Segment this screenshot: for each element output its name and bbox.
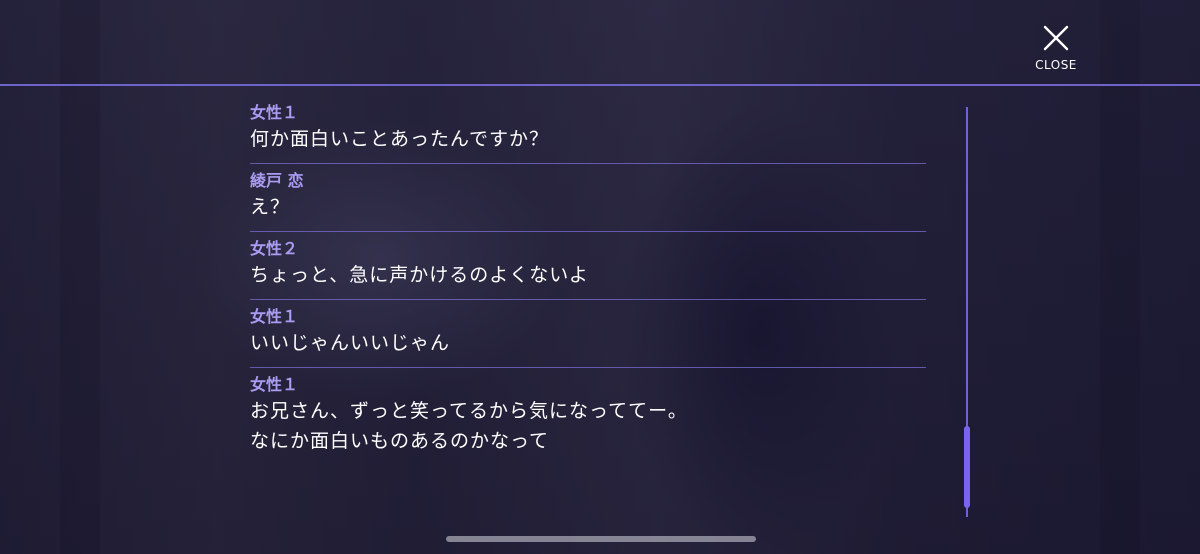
backlog-screen: CLOSE 女性１ 何か面白いことあったんですか？ 綾戸 恋 え？ 女性２ ちょ… bbox=[0, 0, 1200, 554]
log-entry[interactable]: 女性２ ちょっと、急に声かけるのよくないよ bbox=[250, 232, 926, 300]
speaker-name: 綾戸 恋 bbox=[250, 171, 304, 190]
dialogue-text: お兄さん、ずっと笑ってるから気になっててー。 なにか面白いものあるのかなって bbox=[250, 400, 688, 452]
close-button[interactable]: CLOSE bbox=[1026, 24, 1086, 76]
close-icon bbox=[1043, 25, 1069, 51]
log-entry[interactable]: 綾戸 恋 え？ bbox=[250, 164, 926, 232]
dialogue-text: 何か面白いことあったんですか？ bbox=[250, 128, 550, 150]
dialogue-text: え？ bbox=[250, 196, 291, 218]
header-divider bbox=[0, 84, 1200, 86]
speaker-name: 女性１ bbox=[250, 103, 299, 122]
speaker-name: 女性１ bbox=[250, 375, 299, 394]
log-entry[interactable]: 女性１ いいじゃんいいじゃん bbox=[250, 300, 926, 368]
log-entry[interactable]: 女性１ お兄さん、ずっと笑ってるから気になっててー。 なにか面白いものあるのかな… bbox=[250, 368, 926, 465]
dialogue-text: ちょっと、急に声かけるのよくないよ bbox=[250, 264, 589, 286]
speaker-name: 女性１ bbox=[250, 307, 299, 326]
home-indicator[interactable] bbox=[446, 536, 756, 542]
log-entry[interactable]: 女性１ 何か面白いことあったんですか？ bbox=[250, 96, 926, 164]
speaker-name: 女性２ bbox=[250, 239, 299, 258]
dialogue-text: いいじゃんいいじゃん bbox=[250, 332, 451, 354]
close-label: CLOSE bbox=[1035, 58, 1077, 72]
scrollbar-thumb[interactable] bbox=[964, 426, 970, 508]
dialogue-log[interactable]: 女性１ 何か面白いことあったんですか？ 綾戸 恋 え？ 女性２ ちょっと、急に声… bbox=[250, 96, 926, 465]
